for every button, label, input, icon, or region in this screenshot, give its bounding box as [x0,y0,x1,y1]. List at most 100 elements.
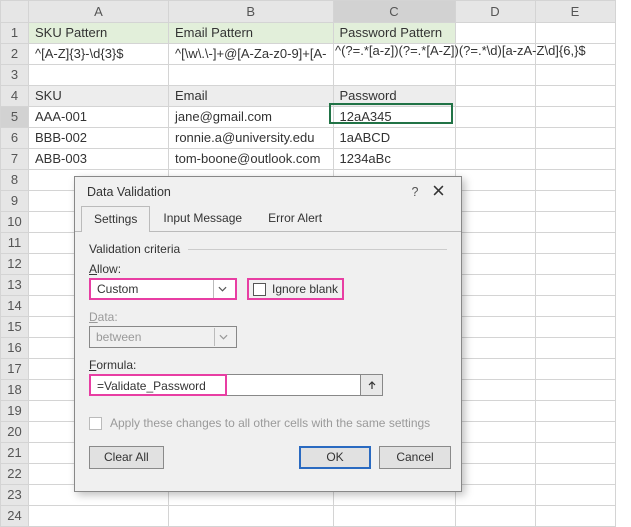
cell-C4[interactable]: Password [333,86,455,107]
cell-A6[interactable]: BBB-002 [29,128,169,149]
cell-D4[interactable] [455,86,535,107]
cell-E24[interactable] [535,506,615,527]
cell-D18[interactable] [455,380,535,401]
cell-D11[interactable] [455,233,535,254]
tab-settings[interactable]: Settings [81,206,150,232]
cancel-button[interactable]: Cancel [379,446,451,469]
cell-E19[interactable] [535,401,615,422]
clear-all-button[interactable]: Clear All [89,446,164,469]
cell-E18[interactable] [535,380,615,401]
cell-B6[interactable]: ronnie.a@university.edu [169,128,334,149]
cell-C24[interactable] [333,506,455,527]
row-header-4[interactable]: 4 [1,86,29,107]
tab-input-message[interactable]: Input Message [150,205,255,231]
row-header-5[interactable]: 5 [1,107,29,128]
cell-E3[interactable] [535,65,615,86]
cell-D9[interactable] [455,191,535,212]
col-header-A[interactable]: A [29,1,169,23]
row-header-21[interactable]: 21 [1,443,29,464]
tab-error-alert[interactable]: Error Alert [255,205,335,231]
row-header-22[interactable]: 22 [1,464,29,485]
cell-D24[interactable] [455,506,535,527]
col-header-B[interactable]: B [169,1,334,23]
cell-E17[interactable] [535,359,615,380]
row-header-14[interactable]: 14 [1,296,29,317]
row-header-13[interactable]: 13 [1,275,29,296]
row-header-3[interactable]: 3 [1,65,29,86]
cell-B24[interactable] [169,506,334,527]
row-header-20[interactable]: 20 [1,422,29,443]
cell-D5[interactable] [455,107,535,128]
cell-B1[interactable]: Email Pattern [169,23,334,44]
cell-D7[interactable] [455,149,535,170]
cell-D21[interactable] [455,443,535,464]
row-header-8[interactable]: 8 [1,170,29,191]
cell-C7[interactable]: 1234aBc [333,149,455,170]
cell-B5[interactable]: jane@gmail.com [169,107,334,128]
cell-A1[interactable]: SKU Pattern [29,23,169,44]
cell-E14[interactable] [535,296,615,317]
row-header-9[interactable]: 9 [1,191,29,212]
cell-B4[interactable]: Email [169,86,334,107]
cell-E1[interactable] [535,23,615,44]
cell-D23[interactable] [455,485,535,506]
row-header-17[interactable]: 17 [1,359,29,380]
row-header-23[interactable]: 23 [1,485,29,506]
grid-corner[interactable] [1,1,29,23]
cell-D1[interactable] [455,23,535,44]
cell-E23[interactable] [535,485,615,506]
row-header-12[interactable]: 12 [1,254,29,275]
cell-D12[interactable] [455,254,535,275]
row-header-10[interactable]: 10 [1,212,29,233]
cell-D17[interactable] [455,359,535,380]
row-header-7[interactable]: 7 [1,149,29,170]
cell-E12[interactable] [535,254,615,275]
cell-E13[interactable] [535,275,615,296]
cell-C5[interactable]: 12aA345 [333,107,455,128]
row-header-6[interactable]: 6 [1,128,29,149]
cell-A5[interactable]: AAA-001 [29,107,169,128]
cell-E20[interactable] [535,422,615,443]
ignore-blank-checkbox[interactable]: Ignore blank [247,278,344,300]
cell-E22[interactable] [535,464,615,485]
cell-A24[interactable] [29,506,169,527]
cell-D22[interactable] [455,464,535,485]
row-header-19[interactable]: 19 [1,401,29,422]
row-header-18[interactable]: 18 [1,380,29,401]
cell-B3[interactable] [169,65,334,86]
cell-E10[interactable] [535,212,615,233]
formula-input-extra[interactable] [227,374,362,396]
cell-C3[interactable] [333,65,455,86]
row-header-1[interactable]: 1 [1,23,29,44]
cell-E16[interactable] [535,338,615,359]
row-header-11[interactable]: 11 [1,233,29,254]
row-header-15[interactable]: 15 [1,317,29,338]
cell-D15[interactable] [455,317,535,338]
col-header-E[interactable]: E [535,1,615,23]
range-picker-button[interactable] [361,374,383,396]
close-button[interactable] [425,185,451,199]
cell-D19[interactable] [455,401,535,422]
ok-button[interactable]: OK [299,446,371,469]
cell-A4[interactable]: SKU [29,86,169,107]
formula-input[interactable]: =Validate_Password [89,374,227,396]
cell-E6[interactable] [535,128,615,149]
cell-D14[interactable] [455,296,535,317]
cell-E8[interactable] [535,170,615,191]
help-button[interactable]: ? [405,185,425,199]
cell-E7[interactable] [535,149,615,170]
cell-C1[interactable]: Password Pattern [333,23,455,44]
cell-D6[interactable] [455,128,535,149]
cell-D13[interactable] [455,275,535,296]
col-header-D[interactable]: D [455,1,535,23]
cell-A2[interactable]: ^[A-Z]{3}-\d{3}$ [29,44,169,65]
cell-E4[interactable] [535,86,615,107]
cell-D20[interactable] [455,422,535,443]
col-header-C[interactable]: C [333,1,455,23]
cell-E11[interactable] [535,233,615,254]
cell-A3[interactable] [29,65,169,86]
cell-E5[interactable] [535,107,615,128]
allow-select[interactable]: Custom [89,278,237,300]
cell-B7[interactable]: tom-boone@outlook.com [169,149,334,170]
row-header-24[interactable]: 24 [1,506,29,527]
